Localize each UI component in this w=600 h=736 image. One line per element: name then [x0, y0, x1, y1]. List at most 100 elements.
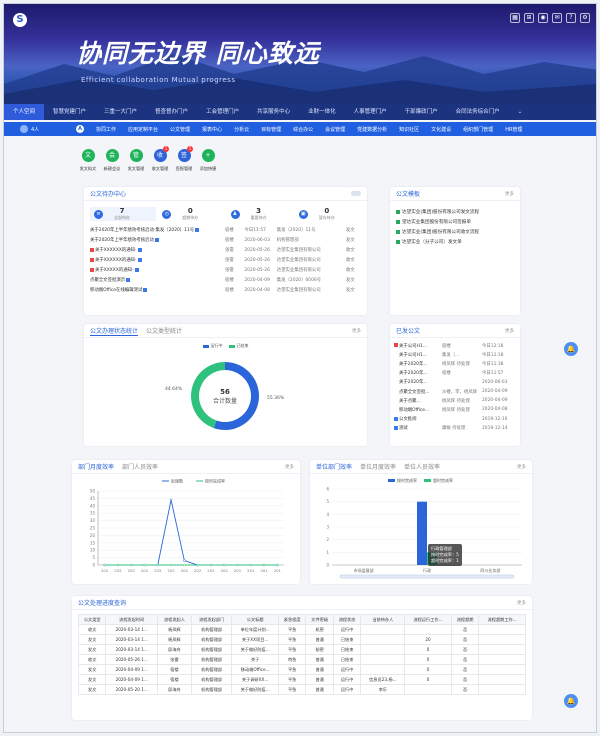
list-item[interactable]: 关于公司H1... 宿楼 今日12:18 — [394, 341, 516, 350]
table-row[interactable]: 收文 2020-05-26 1... 张雷 机构管理部 关于 特急 普通 已结束 0 否 — [78, 654, 526, 665]
brand-logo[interactable]: S — [13, 13, 27, 27]
sub-menu-item[interactable]: 知识社区 — [393, 126, 425, 133]
sub-menu-item[interactable]: 协同工作 — [90, 126, 122, 133]
column-header[interactable]: 流程状态 — [332, 614, 362, 625]
nav-item[interactable]: 人事管理门户 — [345, 104, 396, 120]
nav-item[interactable]: 共享服务中心 — [248, 104, 299, 120]
table-row[interactable]: 关于XXXXX的通知- 张雷 2020-05-26 达望实业集团有限公司 收文 — [90, 265, 361, 275]
list-item[interactable]: 公文批阅 2019-12-16 — [394, 415, 516, 424]
home-icon[interactable]: A — [76, 125, 84, 133]
user-icon[interactable]: ◉ — [538, 13, 548, 23]
column-header[interactable]: 紧急程度 — [277, 614, 307, 625]
list-item[interactable]: 点聚全文签批... 沙楼，李，杨凤辉 2020-04-09 — [394, 387, 516, 396]
file-icon — [396, 230, 400, 234]
table-row[interactable]: 关于2020年上半年绩效考核启动 宿楼 2020-06-03 机构管理部 发文 — [90, 235, 361, 245]
grid-icon[interactable]: ▦ — [510, 13, 520, 23]
apps-icon[interactable]: ⊞ — [524, 13, 534, 23]
list-item[interactable]: 测试 康敏 待处理 2019-12-14 — [394, 424, 516, 433]
table-row[interactable]: 发文 2020-05-20 1... 邱海舟 机构管理部 关于做好防疫... 平急 普通 运行… — [78, 684, 526, 695]
column-header[interactable]: 流程发起时间 — [105, 614, 158, 625]
nav-item[interactable]: 业财一体化 — [299, 104, 345, 120]
list-item[interactable]: 关于公司H1... 集发〔... 今日12:18 — [394, 350, 516, 359]
quick-action[interactable]: 管发文管理 — [127, 149, 145, 172]
nav-item[interactable]: 三重一大门户 — [95, 104, 146, 120]
tab-unit-monthly[interactable]: 单位月度效率 — [360, 462, 396, 471]
help-icon[interactable]: ? — [566, 13, 576, 23]
sub-menu-item[interactable]: 报表中心 — [196, 126, 228, 133]
sub-menu-item[interactable]: 文化建设 — [425, 126, 457, 133]
list-item[interactable]: 达望实业(集团)股份有限公司收文流程 — [396, 227, 514, 237]
nav-item[interactable]: 智慧党建门户 — [44, 104, 95, 120]
table-row[interactable]: 关于2020年上半年绩效考核启动-集发〔2020〕11号 宿楼 今日11:57 集发〔… — [90, 225, 361, 235]
table-row[interactable]: 关于XXXXXX的通知- 张雷 2020-05-26 达望实业集团有限公司 收文 — [90, 245, 361, 255]
tab-dept-staff[interactable]: 部门人员效率 — [122, 462, 158, 471]
online-users[interactable]: 4人 — [4, 125, 56, 133]
column-header[interactable]: 公文类型 — [78, 614, 107, 625]
nav-item[interactable]: 干部廉政门户 — [396, 104, 447, 120]
list-item[interactable]: 望达实业集团股份有限公司签报单 — [396, 217, 514, 227]
list-item[interactable]: 关于2020年... 2020-06-03 — [394, 378, 516, 387]
table-row[interactable]: 发文 2020-04-09 1... 宿楼 机构管理部 关于调研XX... 平急 普通 运行中… — [78, 674, 526, 685]
nav-item[interactable]: 督查督办门户 — [146, 104, 197, 120]
sub-menu-item[interactable]: 分析云 — [228, 126, 255, 133]
column-header[interactable]: 流程超期工作... — [478, 614, 526, 625]
table-row[interactable]: 发文 2020-04-09 1... 宿楼 机构管理部 移动端Office... 平急 普通… — [78, 664, 526, 675]
list-item[interactable]: 达望实业（分子公司）发文单 — [396, 237, 514, 247]
column-header[interactable]: 流程超期 — [450, 614, 480, 625]
list-item[interactable]: 关于点聚... 杨凤辉 待处理 2020-04-09 — [394, 396, 516, 405]
quick-action[interactable]: 收 1 收文管理 — [151, 146, 169, 172]
sub-menu-item[interactable]: 目标管理 — [255, 126, 287, 133]
sub-menu-item[interactable]: 会议管理 — [319, 126, 351, 133]
more-link[interactable]: 更多 — [505, 328, 514, 334]
table-row[interactable]: 发文 2020-03-14 1... 杨凤辉 机构管理部 关于XX项目... 平急 普通 已结… — [78, 634, 526, 645]
quick-action[interactable]: 签 1 签报管理 — [175, 146, 193, 172]
table-row[interactable]: 关于XXXXXX的通知- 张雷 2020-05-26 达望实业集团有限公司 收文 — [90, 255, 361, 265]
column-header[interactable]: 流程发起人 — [157, 614, 192, 625]
column-header[interactable]: 流程发起部门 — [190, 614, 233, 625]
nav-item[interactable]: 合同法务综合门户 — [447, 104, 509, 120]
more-link[interactable]: 更多 — [285, 464, 294, 470]
table-row[interactable]: 收文 2020-03-14 1... 杨凤辉 机构管理部 单位年度计划... 平急 机密 运行… — [78, 624, 526, 635]
column-header[interactable]: 当前待办人 — [360, 614, 406, 625]
stat-all[interactable]: ≡ 7 全部待办 — [90, 207, 157, 221]
list-item[interactable]: 达望实业(集团)股份有限公司发文流程 — [396, 207, 514, 217]
more-link[interactable]: 更多 — [517, 600, 526, 606]
column-header[interactable]: 公文标题 — [231, 614, 279, 625]
table-row[interactable]: 点聚全文签批演示 宿楼 2020-04-09 集发〔2020〕0006号 发文 — [90, 275, 361, 285]
tab-status[interactable]: 公文办理状态统计 — [90, 326, 139, 336]
stat-important[interactable]: ♟ 3 重要待办 — [227, 207, 293, 221]
settings-icon[interactable]: ⚙ — [580, 13, 590, 23]
quick-action[interactable]: 会新建会议 — [103, 149, 121, 172]
stat-draft[interactable]: ▣ 0 暂存待办 — [295, 207, 361, 221]
tab-unit-dept[interactable]: 单位部门效率 — [316, 462, 352, 471]
nav-item[interactable]: 工会管理门户 — [197, 104, 248, 120]
table-row[interactable]: 发文 2020-03-14 1... 邱海舟 机构管理部 关于做好防疫... 平急 秘密 已结… — [78, 644, 526, 655]
chat-icon[interactable]: ✉ — [552, 13, 562, 23]
quick-action[interactable]: + 添加快捷 — [199, 149, 217, 172]
more-link[interactable]: 更多 — [352, 328, 361, 334]
sub-menu-item[interactable]: 综合办公 — [287, 126, 319, 133]
stat-overdue[interactable]: ◷ 0 超期待办 — [158, 207, 224, 221]
nav-item[interactable]: 个人空间 — [4, 104, 45, 120]
list-item[interactable]: 关于2020年... 宿楼 今日11:57 — [394, 369, 516, 378]
more-link[interactable]: 更多 — [517, 464, 526, 470]
sub-menu-item[interactable]: 组织部门管理 — [457, 126, 499, 133]
sub-menu-item[interactable]: HR管理 — [499, 126, 528, 133]
toggle-switch[interactable] — [351, 191, 361, 196]
sub-menu-item[interactable]: 应用定制平台 — [122, 126, 164, 133]
list-item[interactable]: 移动端Office... 杨凤辉 待处理 2020-04-08 — [394, 405, 516, 414]
tab-dept-monthly[interactable]: 部门月度效率 — [78, 462, 114, 471]
sub-menu-item[interactable]: 公文管理 — [164, 126, 196, 133]
column-header[interactable]: 流程运行工作... — [404, 614, 452, 625]
quick-action[interactable]: 文发文拟文 — [79, 149, 97, 172]
bell-icon[interactable]: 🔔 — [564, 342, 578, 356]
column-header[interactable]: 文件密级 — [305, 614, 334, 625]
tab-unit-staff[interactable]: 单位人员效率 — [404, 462, 440, 471]
chevron-down-icon[interactable]: ⌄ — [509, 104, 532, 120]
list-item[interactable]: 关于2020年... 杨凤辉 待处理 今日11:38 — [394, 359, 516, 368]
tab-type[interactable]: 公文类型统计 — [146, 326, 182, 335]
more-link[interactable]: 更多 — [505, 191, 514, 197]
bell-icon[interactable]: 🔔 — [564, 694, 578, 708]
sub-menu-item[interactable]: 党建数据分析 — [351, 126, 393, 133]
table-row[interactable]: 移动端Office在线编辑测试 宿楼 2020-04-08 达望实业集团有限公司 发文 — [90, 285, 361, 295]
